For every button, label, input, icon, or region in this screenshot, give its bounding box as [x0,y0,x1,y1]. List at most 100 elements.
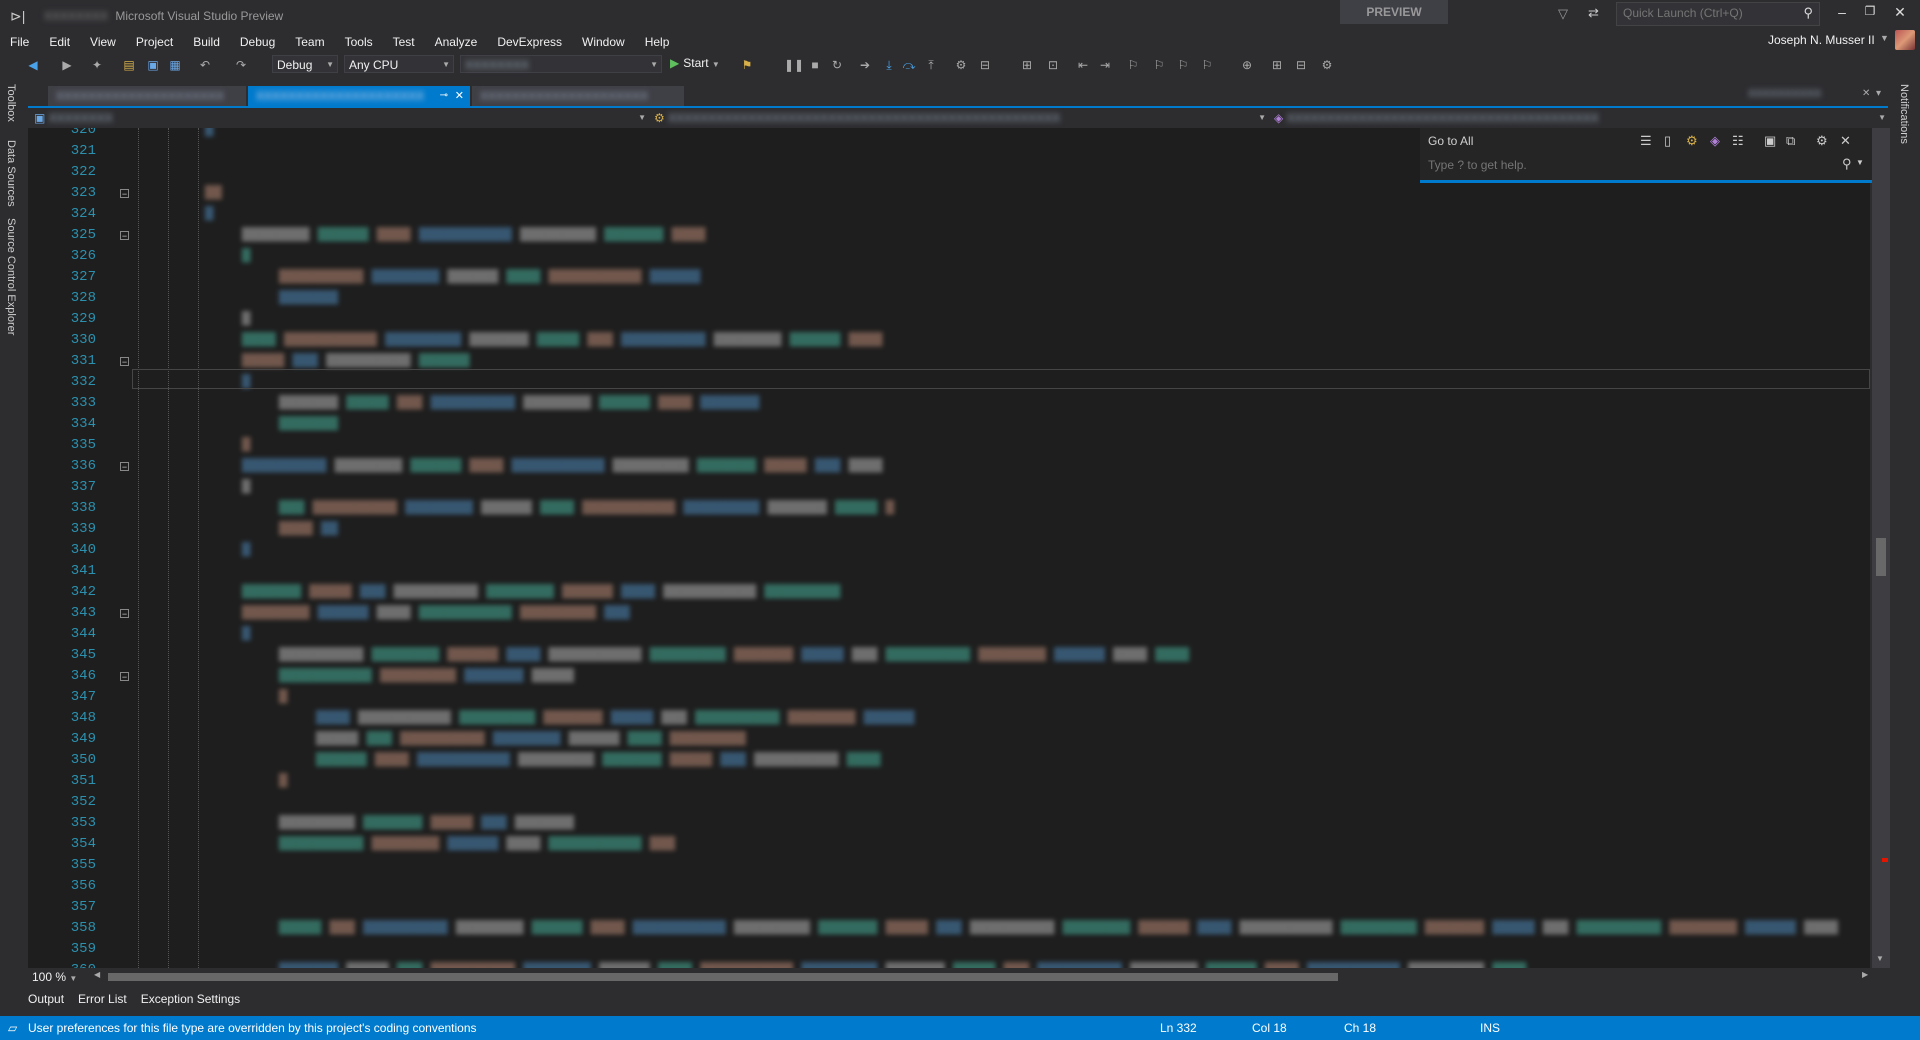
toolbox-tab[interactable]: Toolbox [5,84,17,122]
previous-bookmark-icon[interactable]: ⚐ [1150,56,1168,74]
next-bookmark-icon[interactable]: ⚐ [1174,56,1192,74]
code-line[interactable]: ▇▇▇▇▇ ▇▇▇ ▇▇▇▇▇▇▇▇▇▇ ▇▇▇▇▇▇▇▇ ▇▇▇▇▇▇ ▇▇▇… [316,729,746,750]
current-document-icon[interactable]: ▣ [1764,133,1776,149]
external-items-icon[interactable]: ⧉ [1786,133,1795,149]
vertical-scroll-thumb[interactable] [1876,538,1886,576]
threads-icon[interactable]: ⊟ [976,56,994,74]
file-filter-icon[interactable]: ▯ [1664,133,1671,149]
menu-project[interactable]: Project [126,32,183,52]
doc-tab-active[interactable]: XXXXXXXXXXXXXXXXXXXXX ⊸ ✕ [248,86,470,106]
zoom-level[interactable]: 100 % ▼ [32,970,77,984]
close-icon[interactable]: ✕ [1862,88,1870,99]
quick-launch-input[interactable] [1617,3,1793,23]
properties-icon[interactable]: ⊡ [1044,56,1062,74]
collapse-region-toggle[interactable]: − [120,672,129,682]
increase-indent-icon[interactable]: ⇥ [1096,56,1114,74]
code-line[interactable]: ▇▇ [205,183,229,204]
code-line[interactable]: ▇ [242,477,254,498]
forward-icon[interactable]: ▶ [58,56,76,74]
scroll-down-icon[interactable]: ▼ [1876,954,1884,963]
tab-list-dropdown-icon[interactable]: ▾ [1876,88,1881,99]
collapse-region-toggle[interactable]: − [120,357,129,367]
menu-tools[interactable]: Tools [335,32,383,52]
startup-project-select[interactable]: XXXXXXXX ▼ [460,55,662,73]
code-line[interactable]: ▇▇▇▇▇▇ ▇▇▇▇ ▇▇▇▇▇▇▇▇▇▇▇ ▇▇▇▇▇▇▇▇▇ ▇▇▇▇▇▇… [316,750,886,771]
symbol-filter-icon[interactable]: ☷ [1732,133,1744,149]
type-filter-icon[interactable]: ⚙ [1686,133,1698,149]
menu-file[interactable]: File [0,32,39,52]
code-line[interactable]: ▇ [242,540,254,561]
code-line[interactable]: ▇▇▇▇▇▇▇ [279,288,339,309]
menu-view[interactable]: View [80,32,126,52]
menu-build[interactable]: Build [183,32,230,52]
code-line[interactable]: ▇ [242,435,254,456]
step-into-icon[interactable]: ⤓ [880,56,898,74]
start-debugging-button[interactable]: ▶ Start ▼ [670,56,720,70]
status-column[interactable]: Col 18 [1252,1021,1287,1035]
code-editor[interactable]: 320 321 322 323 324 325 326 327 328 329 330 331 332 3… [28,128,1870,968]
status-char[interactable]: Ch 18 [1344,1021,1376,1035]
status-line[interactable]: Ln 332 [1160,1021,1197,1035]
redo-icon[interactable]: ↷ [232,56,250,74]
code-line[interactable]: ▇ [242,246,254,267]
pin-icon[interactable]: ⊸ [440,86,448,106]
code-line[interactable]: ▇ [279,771,291,792]
code-line[interactable]: ▇▇▇ ▇▇▇▇▇▇▇▇▇▇ ▇▇▇▇▇▇▇▇ ▇▇▇▇▇▇ ▇▇▇▇ ▇▇▇▇… [279,498,899,519]
minimize-button[interactable]: – [1830,4,1854,20]
code-line[interactable]: ▇▇▇▇▇▇▇▇▇▇ ▇▇▇▇▇▇▇▇ ▇▇▇▇▇▇ ▇▇▇▇ ▇▇▇▇▇▇▇▇… [242,456,882,477]
member-dropdown[interactable]: ◈ XXXXXXXXXXXXXXXXXXXXXXXXXXXXXXXXXXXXXX… [1274,109,1886,127]
extensions-icon[interactable]: ⚙ [1318,56,1336,74]
code-line[interactable]: ▇▇▇▇▇▇▇ ▇▇▇▇▇ ▇▇▇ ▇▇▇▇▇▇▇▇▇▇ ▇▇▇▇▇▇▇▇ ▇▇… [242,582,842,603]
exclude-icon[interactable]: ⊟ [1292,56,1310,74]
code-line[interactable]: ▇▇▇▇ ▇▇▇▇▇▇▇▇▇▇▇ ▇▇▇▇▇▇▇▇▇ ▇▇▇▇▇▇▇ ▇▇▇▇▇… [316,708,916,729]
preview-tab-title[interactable]: XXXXXXXXXX [1748,88,1821,100]
menu-devexpress[interactable]: DevExpress [487,32,572,52]
user-name[interactable]: Joseph N. Musser II [1768,33,1875,47]
insert-mode[interactable]: INS [1480,1021,1500,1035]
code-line[interactable]: ▇▇▇▇▇▇▇▇▇▇ ▇▇▇▇▇▇▇▇ ▇▇▇▇▇▇ ▇▇▇▇ ▇▇▇▇▇▇▇▇… [279,645,1189,666]
go-to-all-input[interactable] [1424,154,1850,176]
collapse-region-toggle[interactable]: − [120,462,129,472]
browser-link-icon[interactable]: ⚑ [738,56,756,74]
horizontal-scroll-thumb[interactable] [108,973,1338,981]
menu-team[interactable]: Team [285,32,334,52]
code-line[interactable]: ▇▇▇▇▇▇▇▇▇▇▇ ▇▇▇▇▇▇▇▇▇ ▇▇▇▇▇▇▇ ▇▇▇▇▇ [279,666,579,687]
chevron-down-icon[interactable]: ▼ [1856,158,1864,167]
project-dropdown[interactable]: ▣ XXXXXXXX ▼ [34,109,646,127]
platform-select[interactable]: Any CPU ▼ [344,55,454,73]
code-line[interactable]: ▇▇▇▇▇▇▇ ▇▇▇▇▇ ▇▇▇ ▇▇▇▇▇▇▇▇▇▇ ▇▇▇▇▇▇▇▇ ▇▇… [279,393,759,414]
code-line[interactable]: ▇▇▇▇▇▇▇▇ ▇▇▇▇▇▇ ▇▇▇▇ ▇▇▇▇▇▇▇▇▇▇▇ ▇▇▇▇▇▇▇… [242,225,712,246]
add-existing-icon[interactable]: ⊞ [1268,56,1286,74]
stop-icon[interactable]: ■ [806,56,824,74]
close-window-button[interactable]: ✕ [1888,4,1912,21]
menu-analyze[interactable]: Analyze [425,32,488,52]
restart-icon[interactable]: ↻ [828,56,846,74]
back-icon[interactable]: ◀ [24,56,42,74]
code-line[interactable]: ▇▇▇▇▇▇▇▇▇▇ ▇▇▇▇▇▇▇▇ ▇▇▇▇▇▇ ▇▇▇▇ ▇▇▇▇▇▇▇▇… [279,267,700,288]
new-project-icon[interactable]: ✦ [88,56,106,74]
new-item-icon[interactable]: ⊕ [1238,56,1256,74]
code-line[interactable]: ▇ [242,309,254,330]
code-line[interactable]: ▇ [205,204,217,225]
undo-icon[interactable]: ↶ [196,56,214,74]
menu-test[interactable]: Test [383,32,425,52]
code-line[interactable]: ▇▇▇▇▇▇▇▇▇▇ ▇▇▇▇▇▇▇▇ ▇▇▇▇▇▇ ▇▇▇▇ ▇▇▇▇▇▇▇▇… [279,834,679,855]
menu-help[interactable]: Help [635,32,680,52]
scroll-left-icon[interactable]: ◀ [94,970,100,979]
code-line[interactable]: ▇ [279,687,291,708]
quick-launch-box[interactable]: ⚲ [1616,2,1820,26]
clear-bookmarks-icon[interactable]: ⚐ [1198,56,1216,74]
vertical-scrollbar[interactable]: ▼ [1872,128,1890,968]
code-line[interactable]: ▇▇▇▇▇▇▇▇ ▇▇▇▇▇▇ ▇▇▇▇ ▇▇▇▇▇▇▇▇▇▇▇ ▇▇▇▇▇▇▇… [242,603,632,624]
avatar[interactable] [1895,30,1915,50]
bookmark-icon[interactable]: ⚐ [1124,56,1142,74]
menu-debug[interactable]: Debug [230,32,285,52]
solution-explorer-icon[interactable]: ⊞ [1018,56,1036,74]
code-line[interactable]: ▇▇▇▇ ▇▇ [279,519,339,540]
source-control-explorer-tab[interactable]: Source Control Explorer [5,218,17,335]
menu-window[interactable]: Window [572,32,635,52]
scroll-right-icon[interactable]: ▶ [1862,970,1868,979]
close-icon[interactable]: ✕ [455,86,464,106]
tab-exception-settings[interactable]: Exception Settings [141,990,240,1008]
filter-icon[interactable]: ▽ [1558,6,1568,22]
